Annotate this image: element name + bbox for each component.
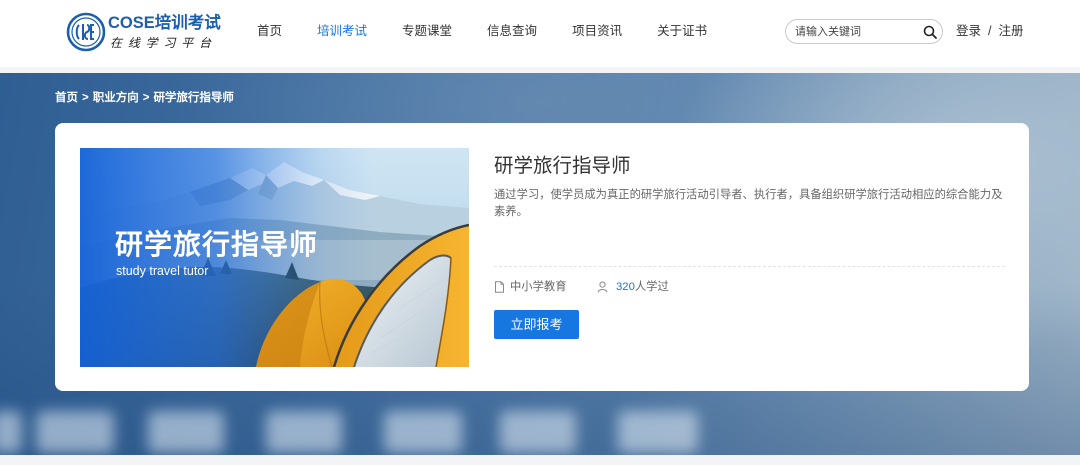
user-icon [597, 281, 608, 293]
blurred-background-text [148, 411, 224, 453]
register-link[interactable]: 注册 [999, 24, 1024, 38]
course-category: 中小学教育 [510, 281, 567, 293]
blurred-background-text [384, 411, 462, 453]
course-card: 研学旅行指导师 study travel tutor 研学旅行指导师 通过学习，… [55, 123, 1029, 391]
blurred-background-text [0, 411, 22, 453]
blurred-background-text [36, 411, 114, 453]
breadcrumb-item-home[interactable]: 首页 [55, 92, 78, 104]
search-box [785, 19, 943, 44]
breadcrumb-separator: > [82, 92, 89, 104]
nav-item-project-news[interactable]: 项目资讯 [572, 24, 622, 39]
breadcrumb: 首页 > 职业方向 > 研学旅行指导师 [55, 91, 234, 105]
nav-item-home[interactable]: 首页 [257, 24, 282, 39]
nav-item-topic-class[interactable]: 专题课堂 [402, 24, 452, 39]
blurred-background-text [500, 411, 576, 453]
course-cover-image[interactable]: 研学旅行指导师 study travel tutor [80, 148, 469, 367]
main-nav: 首页 培训考试 专题课堂 信息查询 项目资讯 关于证书 [257, 24, 707, 39]
cose-emblem-logo-icon[interactable] [66, 12, 106, 52]
dashed-divider [494, 266, 1005, 267]
cover-subtitle: study travel tutor [116, 264, 209, 278]
blurred-background-text [618, 411, 698, 453]
breadcrumb-separator: > [142, 92, 150, 104]
nav-item-training-exam[interactable]: 培训考试 [317, 24, 367, 39]
search-input[interactable] [795, 23, 917, 40]
brand-slogan: 在 线 学 习 平 台 [110, 36, 213, 50]
learner-count-suffix: 人学过 [634, 281, 669, 293]
auth-separator: / [988, 24, 992, 38]
course-description: 通过学习，使学员成为真正的研学旅行活动引导者、执行者，具备组织研学旅行活动相应的… [494, 189, 1003, 218]
learner-count: 320人学过 [616, 280, 669, 294]
nav-item-about-certificate[interactable]: 关于证书 [657, 24, 707, 39]
course-title: 研学旅行指导师 [494, 155, 631, 177]
site-header: COSE培训考试 在 线 学 习 平 台 首页 培训考试 专题课堂 信息查询 项… [0, 0, 1080, 67]
brand-name[interactable]: COSE培训考试 [108, 13, 221, 33]
auth-links: 登录 / 注册 [956, 24, 1024, 39]
breadcrumb-item-career[interactable]: 职业方向 [93, 92, 139, 104]
blurred-background-text [266, 411, 342, 453]
enroll-button[interactable]: 立即报考 [494, 310, 579, 339]
cover-title: 研学旅行指导师 [115, 229, 319, 260]
nav-item-info-query[interactable]: 信息查询 [487, 24, 537, 39]
document-icon [495, 281, 504, 293]
learner-count-number: 320 [616, 281, 635, 293]
breadcrumb-item-current: 研学旅行指导师 [153, 92, 234, 104]
search-icon[interactable] [923, 25, 937, 39]
login-link[interactable]: 登录 [956, 24, 981, 38]
